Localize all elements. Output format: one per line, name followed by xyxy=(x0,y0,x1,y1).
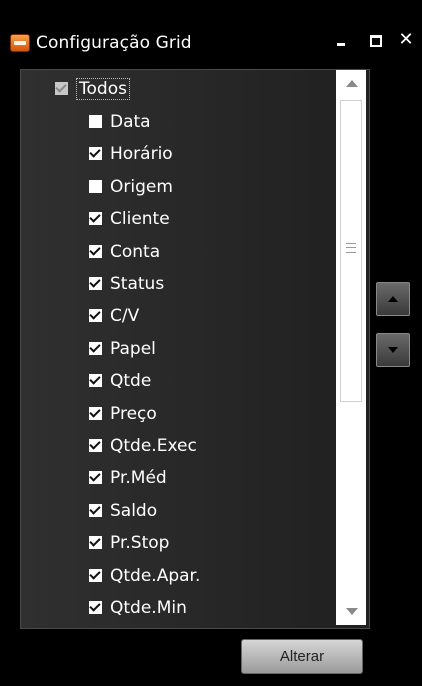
list-item-label: Saldo xyxy=(110,500,158,521)
close-button[interactable]: ✕ xyxy=(395,28,417,52)
list-item[interactable]: Qtde.Min xyxy=(89,594,187,622)
list-item-label: Qtde.Apar. xyxy=(110,565,201,586)
checkbox[interactable] xyxy=(89,374,102,388)
checkbox[interactable] xyxy=(89,244,102,258)
list-item-label: Conta xyxy=(110,241,161,262)
list-item-label: Preço xyxy=(110,403,157,424)
scroll-down-arrow[interactable] xyxy=(340,601,362,621)
grid-app-icon xyxy=(10,34,30,52)
list-item-label: Pr.Méd xyxy=(110,468,167,489)
checkbox[interactable] xyxy=(89,277,102,290)
list-item-label: Data xyxy=(110,112,151,132)
move-down-button[interactable] xyxy=(376,333,410,367)
checkbox[interactable] xyxy=(89,115,102,128)
minimize-button[interactable] xyxy=(330,28,352,52)
checkbox-todos[interactable] xyxy=(55,82,68,95)
list-item-label: C/V xyxy=(110,306,140,327)
checkbox[interactable] xyxy=(89,503,102,517)
list-item-label: Qtde.Exec xyxy=(110,436,197,456)
list-item[interactable]: Pr.Stop xyxy=(89,529,169,557)
list-item[interactable]: Qtde xyxy=(89,367,151,395)
list-item-todos[interactable]: Todos xyxy=(55,75,130,103)
checkbox[interactable] xyxy=(89,471,102,485)
list-item[interactable]: Preço xyxy=(89,400,157,428)
column-list: Todos Data Horário Origem Cliente Conta Statu… xyxy=(20,69,370,629)
checkbox[interactable] xyxy=(89,601,102,614)
checkbox[interactable] xyxy=(89,309,102,323)
list-item[interactable]: Papel xyxy=(89,335,156,363)
title-bar[interactable]: Configuração Grid ✕ xyxy=(0,0,422,70)
checkbox[interactable] xyxy=(89,179,102,193)
list-item[interactable]: Pr.Méd xyxy=(89,464,167,492)
checkbox[interactable] xyxy=(89,341,102,355)
maximize-button[interactable] xyxy=(365,28,387,52)
checkbox[interactable] xyxy=(89,568,102,582)
checkbox[interactable] xyxy=(89,439,102,452)
grid-config-window: Configuração Grid ✕ Todos Data Horário Ori… xyxy=(0,0,422,686)
list-item[interactable]: Data xyxy=(89,108,151,136)
list-scrollbar[interactable] xyxy=(336,70,366,625)
list-item[interactable]: Conta xyxy=(89,238,160,266)
window-title: Configuração Grid xyxy=(36,33,192,53)
list-item[interactable]: Qtde.Exec xyxy=(89,432,197,460)
list-item[interactable]: Saldo xyxy=(89,497,157,525)
list-item-label: Todos xyxy=(76,78,130,100)
list-item-label: Pr.Stop xyxy=(110,533,170,554)
scroll-up-arrow[interactable] xyxy=(340,74,362,94)
list-item[interactable]: Origem xyxy=(89,173,173,201)
checkbox[interactable] xyxy=(89,212,102,226)
grip-icon xyxy=(346,243,356,253)
checkbox[interactable] xyxy=(89,536,102,550)
list-item-label: Qtde xyxy=(110,371,152,392)
list-item-label: Origem xyxy=(110,176,173,197)
list-item-label: Cliente xyxy=(110,209,170,230)
list-item[interactable]: Cliente xyxy=(89,205,170,233)
scroll-thumb[interactable] xyxy=(340,100,362,402)
list-item[interactable]: C/V xyxy=(89,302,139,330)
list-item[interactable]: Qtde.Apar. xyxy=(89,562,200,590)
move-up-button[interactable] xyxy=(376,282,410,316)
checkbox[interactable] xyxy=(89,406,102,420)
list-item-label: Horário xyxy=(110,144,173,165)
checkbox[interactable] xyxy=(89,147,102,161)
apply-button[interactable]: Alterar xyxy=(241,639,363,674)
list-item[interactable]: Horário xyxy=(89,140,173,168)
list-item-label: Qtde.Min xyxy=(110,598,187,618)
list-item-label: Papel xyxy=(110,338,156,359)
list-item-label: Status xyxy=(110,274,165,294)
list-item[interactable]: Status xyxy=(89,270,164,298)
scroll-track[interactable] xyxy=(340,96,362,599)
